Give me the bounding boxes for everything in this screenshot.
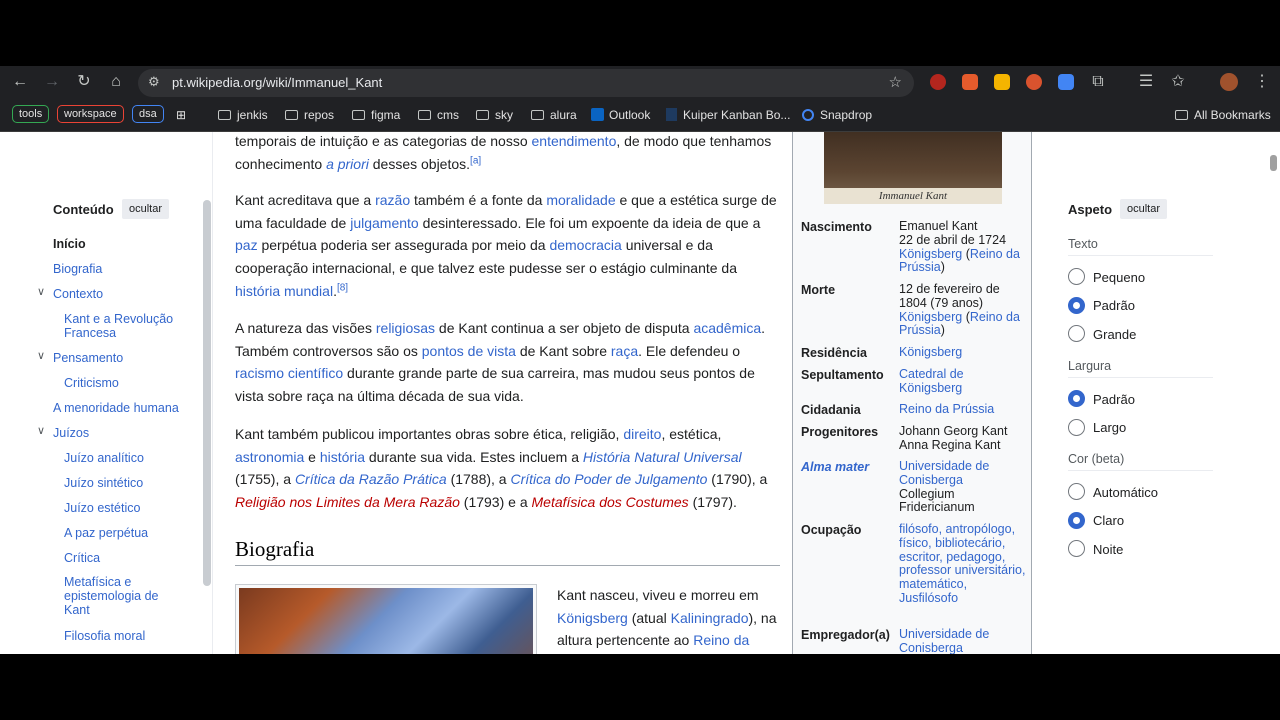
bookmark-label: sky — [495, 108, 513, 122]
bookmark-label: figma — [371, 108, 401, 122]
bookmarks-bar: tools workspace dsa ⊞ jenkis repos figma… — [0, 98, 1280, 132]
page-scrollbar[interactable] — [1270, 155, 1277, 171]
forward-icon[interactable]: → — [40, 70, 64, 94]
radio-label: Largo — [1093, 420, 1127, 435]
radio-color-automatico[interactable] — [1068, 483, 1085, 500]
bookmark-label: cms — [437, 108, 459, 122]
folder-icon — [418, 110, 431, 120]
browser-toolbar: ← → ↻ ⌂ ⚙ pt.wikipedia.org/wiki/Immanuel… — [0, 66, 1280, 98]
bookmark-star-icon[interactable]: ☆ — [889, 73, 902, 91]
folder-icon — [531, 110, 544, 120]
bookmark-folder-figma[interactable]: figma — [352, 106, 400, 124]
appearance-hide-button[interactable]: ocultar — [1120, 199, 1168, 219]
back-icon[interactable]: ← — [8, 70, 32, 94]
width-label: Largura — [1068, 359, 1112, 373]
radio-text-padrao[interactable] — [1068, 297, 1085, 314]
extension-icon[interactable] — [962, 74, 978, 90]
bookmark-tools[interactable]: tools — [12, 105, 50, 123]
radio-width-largo[interactable] — [1068, 419, 1085, 436]
reading-list-icon[interactable]: ☰ — [1134, 70, 1158, 94]
bookmark-label: jenkis — [237, 108, 268, 122]
site-info-icon[interactable]: ⚙ — [148, 74, 160, 90]
extensions-puzzle-icon[interactable]: ⧉ — [1086, 70, 1110, 94]
snapdrop-icon — [802, 109, 814, 121]
bookmark-folder-sky[interactable]: sky — [476, 106, 513, 124]
page-viewport: Conteúdo ocultar Início Biografia ∨ Cont… — [0, 132, 1280, 654]
color-label: Cor (beta) — [1068, 452, 1125, 466]
radio-text-pequeno[interactable] — [1068, 268, 1085, 285]
bookmark-label: repos — [304, 108, 335, 122]
divider — [1068, 377, 1213, 378]
bookmark-workspace[interactable]: workspace — [57, 105, 124, 123]
extension-icon[interactable] — [1026, 74, 1042, 90]
divider — [1068, 470, 1213, 471]
bookmark-label: Outlook — [609, 108, 651, 122]
folder-icon — [285, 110, 298, 120]
appearance-panel: Aspeto ocultar Texto Pequeno Padrão Gran… — [0, 132, 1280, 654]
address-bar[interactable]: ⚙ pt.wikipedia.org/wiki/Immanuel_Kant ☆ — [138, 69, 914, 97]
extension-icon[interactable] — [1058, 74, 1074, 90]
bookmarks-icon[interactable]: ✩ — [1166, 70, 1190, 94]
appearance-title: Aspeto — [1068, 202, 1113, 217]
folder-icon — [476, 110, 489, 120]
text-size-label: Texto — [1068, 237, 1098, 251]
menu-icon[interactable]: ⋮ — [1250, 70, 1274, 94]
url-text: pt.wikipedia.org/wiki/Immanuel_Kant — [172, 75, 383, 90]
bookmark-outlook[interactable]: Outlook — [591, 106, 650, 124]
radio-color-claro[interactable] — [1068, 512, 1085, 529]
bookmark-label: Kuiper Kanban Bo... — [683, 108, 791, 122]
bookmark-snapdrop[interactable]: Snapdrop — [802, 106, 872, 124]
bookmark-folder-alura[interactable]: alura — [531, 106, 577, 124]
radio-label: Pequeno — [1093, 270, 1146, 285]
home-icon[interactable]: ⌂ — [104, 70, 128, 94]
folder-icon — [1175, 110, 1188, 120]
profile-avatar[interactable] — [1220, 73, 1238, 91]
radio-label: Padrão — [1093, 392, 1135, 407]
radio-label: Noite — [1093, 542, 1124, 557]
extension-icon[interactable] — [994, 74, 1010, 90]
all-bookmarks[interactable]: All Bookmarks — [1175, 106, 1271, 124]
outlook-icon — [591, 108, 604, 121]
reload-icon[interactable]: ↻ — [72, 70, 96, 94]
bookmark-folder-jenkis[interactable]: jenkis — [218, 106, 268, 124]
folder-icon — [352, 110, 365, 120]
folder-icon — [218, 110, 231, 120]
bookmark-dsa[interactable]: dsa — [132, 105, 164, 123]
radio-width-padrao[interactable] — [1068, 390, 1085, 407]
kuiper-icon — [666, 108, 677, 121]
radio-text-grande[interactable] — [1068, 325, 1085, 342]
bookmark-folder-cms[interactable]: cms — [418, 106, 459, 124]
bookmark-kuiper[interactable]: Kuiper Kanban Bo... — [666, 106, 790, 124]
bookmark-label: alura — [550, 108, 577, 122]
extension-icon[interactable] — [930, 74, 946, 90]
bookmark-folder-repos[interactable]: repos — [285, 106, 334, 124]
radio-label: Padrão — [1093, 298, 1135, 313]
apps-grid-icon[interactable]: ⊞ — [176, 106, 186, 124]
radio-label: Claro — [1093, 513, 1125, 528]
divider — [1068, 255, 1213, 256]
bookmark-label: All Bookmarks — [1194, 108, 1271, 122]
radio-color-noite[interactable] — [1068, 540, 1085, 557]
radio-label: Automático — [1093, 485, 1159, 500]
radio-label: Grande — [1093, 327, 1137, 342]
bookmark-label: Snapdrop — [820, 108, 873, 122]
